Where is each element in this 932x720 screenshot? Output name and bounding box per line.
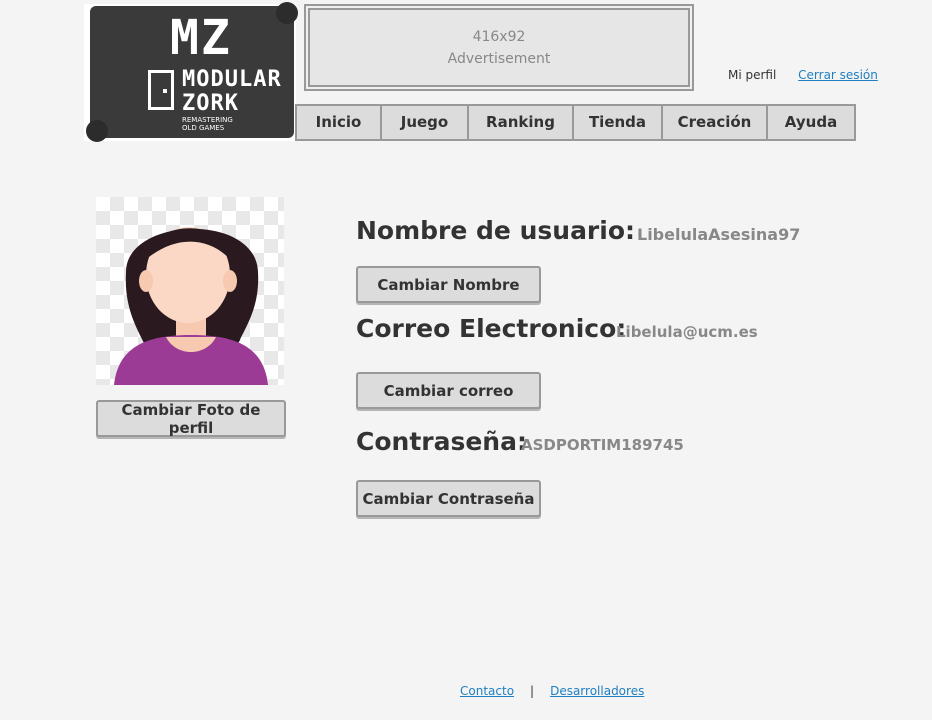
email-label: Correo Electronico: [356,314,627,343]
nav-item-inicio[interactable]: Inicio [297,106,382,139]
developers-link[interactable]: Desarrolladores [550,684,644,698]
ad-size: 416x92 [472,28,526,45]
change-email-button[interactable]: Cambiar correo [356,372,541,409]
change-name-button[interactable]: Cambiar Nombre [356,266,541,303]
profile-avatar [96,197,284,385]
logout-link[interactable]: Cerrar sesión [798,68,878,82]
site-logo[interactable]: MZ MODULAR ZORK REMASTERING OLD GAMES [84,2,298,142]
email-value: Libelula@ucm.es [616,323,758,341]
username-value: LibelulaAsesina97 [637,225,801,244]
logo-title: MODULAR ZORK [182,67,282,116]
main-nav: Inicio Juego Ranking Tienda Creación Ayu… [295,104,856,141]
header-user-links: Mi perfil Cerrar sesión [728,68,878,82]
username-label: Nombre de usuario: [356,216,636,245]
logo-scroll-background: MZ MODULAR ZORK REMASTERING OLD GAMES [86,2,298,142]
footer-links: Contacto | Desarrolladores [460,684,644,698]
password-label: Contraseña: [356,427,527,456]
change-photo-button[interactable]: Cambiar Foto de perfil [96,400,286,437]
advertisement-banner[interactable]: 416x92 Advertisement [304,4,694,91]
nav-item-tienda[interactable]: Tienda [574,106,663,139]
contact-link[interactable]: Contacto [460,684,514,698]
profile-link[interactable]: Mi perfil [728,68,776,82]
password-value: ASDPORTIM189745 [521,436,684,454]
nav-item-ayuda[interactable]: Ayuda [768,106,854,139]
door-icon [148,70,174,110]
logo-subtitle: REMASTERING OLD GAMES [182,116,233,132]
ad-label: Advertisement [447,50,551,67]
advertisement-inner: 416x92 Advertisement [308,8,690,87]
nav-item-juego[interactable]: Juego [382,106,469,139]
nav-item-ranking[interactable]: Ranking [469,106,574,139]
change-password-button[interactable]: Cambiar Contraseña [356,480,541,517]
nav-item-creacion[interactable]: Creación [663,106,768,139]
footer-separator: | [530,684,535,698]
avatar-illustration [114,227,268,385]
logo-mz-text: MZ [170,10,232,66]
